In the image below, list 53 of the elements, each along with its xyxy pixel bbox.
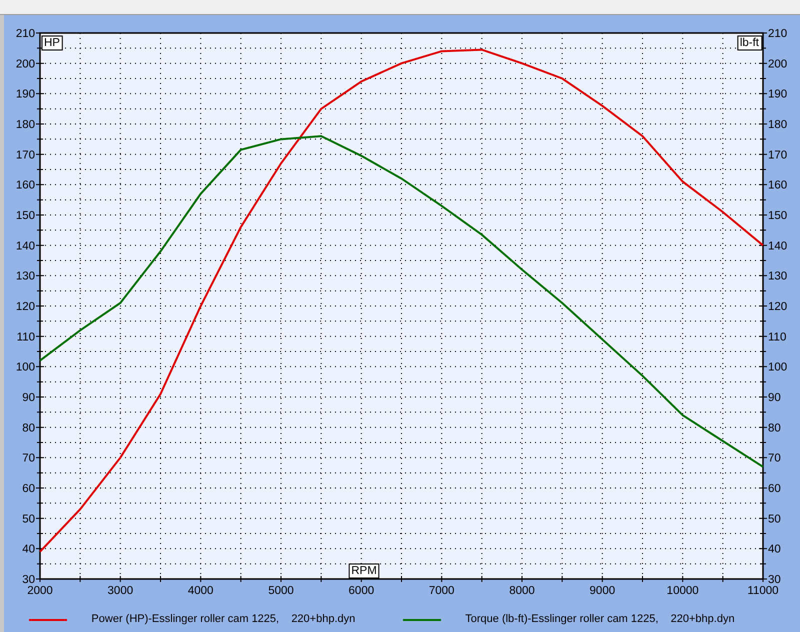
tick-label: 50	[22, 513, 35, 526]
legend-label: Power (HP)-Esslinger roller cam 1225, 220+bhp.dyn	[91, 612, 356, 628]
tick-label: 8000	[509, 585, 535, 597]
tick-label: 30	[22, 574, 35, 586]
tick-label: 110	[768, 331, 786, 344]
tick-label: 130	[16, 270, 35, 283]
tick-label: 6000	[348, 585, 374, 597]
tick-label: 90	[768, 392, 781, 404]
tick-label: 150	[16, 210, 35, 222]
tick-label: 70	[768, 452, 781, 465]
tick-label: 80	[768, 422, 781, 434]
tick-label: 180	[768, 119, 788, 131]
tick-label: 9000	[590, 585, 616, 597]
tick-label: 2000	[27, 585, 53, 597]
tick-label: 40	[768, 544, 781, 556]
legend-label: Torque (lb-ft)-Esslinger roller cam 1225, 220+bhp.dyn	[465, 612, 735, 628]
tick-label: 40	[22, 544, 35, 556]
tick-label: 50	[768, 513, 781, 526]
tick-label: 11000	[747, 585, 779, 597]
axis-title: lb-ft	[737, 36, 762, 50]
tick-label: 120	[768, 301, 788, 313]
tick-label: 120	[16, 301, 35, 313]
tick-label: 100	[16, 362, 35, 374]
tick-label: 60	[22, 483, 35, 495]
tick-label: 7000	[428, 585, 454, 597]
tick-label: 200	[768, 58, 788, 70]
tick-label: 10000	[666, 585, 699, 597]
tick-label: 70	[22, 452, 35, 465]
tick-label: 4000	[188, 585, 214, 597]
tick-label: 110	[16, 331, 35, 344]
tick-label: 5000	[268, 585, 294, 597]
tick-label: 60	[768, 483, 781, 495]
tick-label: 80	[22, 422, 35, 434]
tick-label: 210	[16, 28, 35, 40]
axis-title: RPM	[348, 564, 380, 578]
tick-label: 150	[768, 210, 788, 222]
tick-label: 190	[768, 88, 788, 101]
tick-label: 140	[16, 240, 35, 252]
tick-label: 170	[16, 149, 35, 162]
tick-label: 160	[768, 180, 788, 192]
tick-label: 180	[16, 119, 35, 131]
tick-label: 160	[16, 180, 35, 192]
tick-label: 190	[16, 88, 35, 101]
tick-label: 200	[16, 58, 35, 70]
tick-label: 100	[768, 362, 788, 374]
tick-label: 3000	[108, 585, 134, 597]
tick-label: 140	[768, 240, 788, 252]
tick-label: 210	[768, 28, 788, 40]
tick-label: 90	[22, 392, 35, 404]
axis-title: HP	[42, 36, 63, 50]
tick-label: 170	[768, 149, 788, 162]
tick-label: 30	[768, 574, 781, 586]
tick-label: 130	[768, 270, 788, 283]
